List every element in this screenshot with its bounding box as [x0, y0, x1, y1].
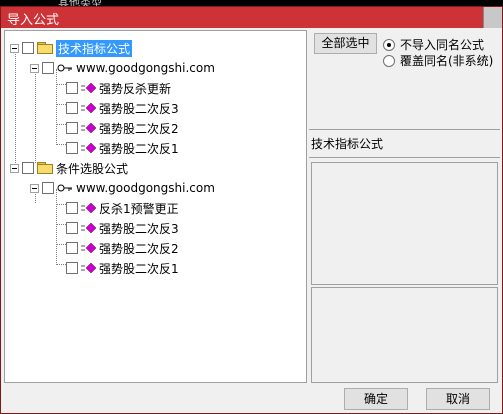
tree-line: [56, 144, 66, 145]
divider: [309, 157, 500, 158]
group-checkbox[interactable]: [22, 162, 34, 174]
formula-label[interactable]: 强势股二次反2: [99, 240, 179, 257]
radio-button[interactable]: [383, 38, 395, 51]
tree-formula-item[interactable]: 强势股二次反3: [66, 99, 179, 117]
tree-line: [56, 244, 66, 245]
formula-diamond-icon: [81, 262, 97, 274]
tree-line: [15, 49, 16, 163]
group-checkbox[interactable]: [22, 42, 34, 54]
select-all-button[interactable]: 全部选中: [314, 33, 377, 54]
formula-checkbox[interactable]: [66, 242, 78, 254]
tree-formula-item[interactable]: 强势股二次反2: [66, 239, 179, 257]
cancel-button[interactable]: 取消: [426, 388, 490, 410]
tree-line: [56, 264, 66, 265]
tree-formula-item[interactable]: 强势股二次反3: [66, 219, 179, 237]
tree-group-stock-selection[interactable]: 条件选股公式: [10, 159, 128, 177]
formula-checkbox[interactable]: [66, 102, 78, 114]
formula-label[interactable]: 强势反杀更新: [99, 80, 171, 97]
title-bar[interactable]: 导入公式: [1, 7, 502, 28]
tree-formula-item[interactable]: 强势股二次反1: [66, 139, 179, 157]
close-button[interactable]: [483, 7, 502, 28]
group-label[interactable]: 技术指标公式: [56, 39, 133, 57]
collapse-icon[interactable]: [10, 43, 19, 53]
tree-line: [56, 224, 66, 225]
divider: [309, 129, 500, 130]
key-icon: [57, 184, 72, 192]
formula-diamond-icon: [81, 122, 97, 134]
import-formula-dialog: 导入公式 技术指标公式 www.goodgongshi.com 强势反杀更新 强…: [0, 6, 503, 414]
tree-formula-item[interactable]: 强势股二次反2: [66, 119, 179, 137]
formula-checkbox[interactable]: [66, 222, 78, 234]
tree-line: [56, 204, 66, 205]
radio-label[interactable]: 覆盖同名(非系统): [400, 52, 493, 69]
tree-formula-item[interactable]: 反杀1预警更正: [66, 199, 179, 217]
tree-line: [35, 69, 36, 163]
tree-site-node[interactable]: www.goodgongshi.com: [30, 59, 215, 77]
formula-type-label: 技术指标公式: [311, 137, 384, 151]
formula-tree[interactable]: 技术指标公式 www.goodgongshi.com 强势反杀更新 强势股二次反…: [4, 30, 307, 383]
formula-description-box: [311, 162, 498, 285]
radio-label[interactable]: 不导入同名公式: [400, 36, 484, 53]
tree-formula-item[interactable]: 强势股二次反1: [66, 259, 179, 277]
tree-group-technical[interactable]: 技术指标公式: [10, 39, 133, 57]
formula-label[interactable]: 反杀1预警更正: [99, 200, 179, 217]
formula-label[interactable]: 强势股二次反1: [99, 140, 179, 157]
collapse-icon[interactable]: [30, 183, 39, 193]
site-checkbox[interactable]: [42, 62, 54, 74]
radio-overwrite-duplicates[interactable]: 覆盖同名(非系统): [383, 52, 493, 69]
site-label[interactable]: www.goodgongshi.com: [76, 181, 215, 195]
formula-diamond-icon: [81, 202, 97, 214]
tree-line: [56, 124, 66, 125]
site-label[interactable]: www.goodgongshi.com: [76, 61, 215, 75]
ok-button[interactable]: 确定: [344, 388, 408, 410]
tree-line: [56, 104, 66, 105]
group-label[interactable]: 条件选股公式: [56, 160, 128, 177]
formula-diamond-icon: [81, 142, 97, 154]
tree-line: [56, 69, 57, 143]
tree-line: [56, 189, 57, 263]
formula-diamond-icon: [81, 242, 97, 254]
tree-site-node[interactable]: www.goodgongshi.com: [30, 179, 215, 197]
window-title: 导入公式: [7, 13, 60, 28]
collapse-icon[interactable]: [30, 63, 39, 73]
formula-checkbox[interactable]: [66, 122, 78, 134]
tree-formula-item[interactable]: 强势反杀更新: [66, 79, 171, 97]
formula-label[interactable]: 强势股二次反2: [99, 120, 179, 137]
folder-icon: [37, 42, 53, 54]
formula-diamond-icon: [81, 222, 97, 234]
radio-button[interactable]: [383, 54, 395, 67]
site-checkbox[interactable]: [42, 182, 54, 194]
folder-icon: [37, 162, 53, 174]
radio-skip-duplicates[interactable]: 不导入同名公式: [383, 36, 484, 53]
formula-label[interactable]: 强势股二次反1: [99, 260, 179, 277]
formula-checkbox[interactable]: [66, 202, 78, 214]
key-icon: [57, 64, 72, 72]
collapse-icon[interactable]: [10, 163, 19, 173]
formula-label[interactable]: 强势股二次反3: [99, 220, 179, 237]
formula-checkbox[interactable]: [66, 262, 78, 274]
formula-label[interactable]: 强势股二次反3: [99, 100, 179, 117]
formula-diamond-icon: [81, 82, 97, 94]
tree-line: [56, 84, 66, 85]
formula-checkbox[interactable]: [66, 82, 78, 94]
formula-detail-box: [311, 287, 498, 383]
formula-diamond-icon: [81, 102, 97, 114]
formula-checkbox[interactable]: [66, 142, 78, 154]
